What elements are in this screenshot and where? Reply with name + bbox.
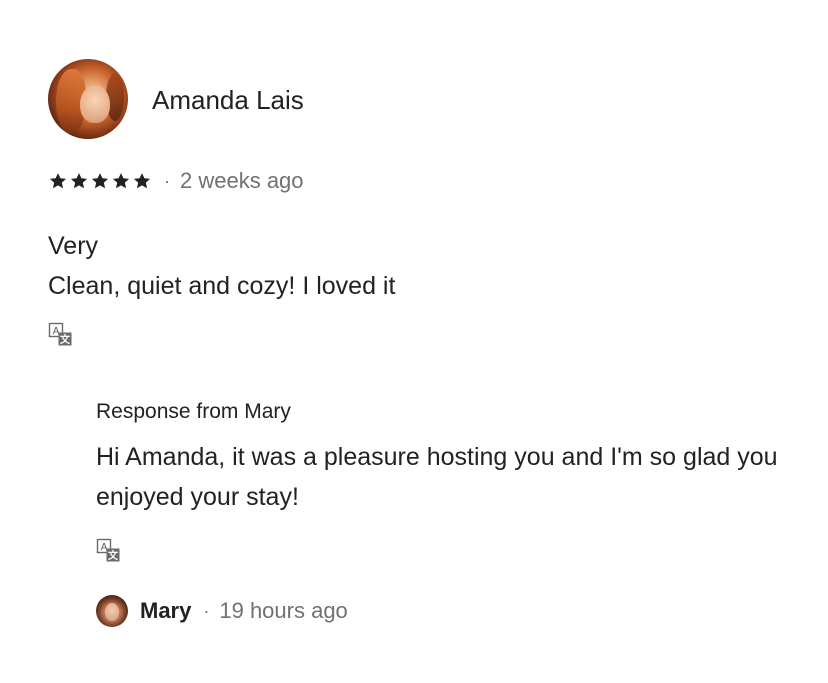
response-text: Hi Amanda, it was a pleasure hosting you… — [96, 443, 778, 511]
meta-separator: · — [164, 170, 170, 191]
review-meta: · 2 weeks ago — [48, 168, 304, 194]
star-rating — [48, 171, 152, 191]
review-text-line: Very — [48, 232, 99, 260]
review-card: Amanda Lais · 2 weeks ago Very Clean, qu… — [0, 0, 828, 683]
translate-icon[interactable]: A 文 — [96, 538, 122, 564]
review-text-line: Clean, quiet and cozy! I loved it — [48, 272, 396, 300]
review-time-ago: 2 weeks ago — [180, 168, 304, 193]
svg-text:文: 文 — [108, 549, 119, 562]
host-signature: Mary · 19 hours ago — [96, 594, 348, 628]
reviewer-name[interactable]: Amanda Lais — [152, 86, 304, 114]
star-icon — [49, 173, 67, 189]
star-icon — [91, 173, 109, 189]
svg-text:文: 文 — [60, 333, 71, 346]
reviewer-avatar[interactable] — [48, 59, 128, 139]
review-text: Very Clean, quiet and cozy! I loved it — [48, 226, 788, 306]
star-icon — [133, 173, 151, 189]
host-avatar[interactable] — [96, 595, 128, 627]
host-time-ago: 19 hours ago — [219, 598, 348, 623]
star-icon — [112, 173, 130, 189]
host-name[interactable]: Mary — [140, 598, 191, 624]
host-separator: · — [203, 600, 210, 621]
star-icon — [70, 173, 88, 189]
response-heading: Response from Mary — [96, 400, 291, 423]
translate-icon[interactable]: A 文 — [48, 322, 74, 348]
